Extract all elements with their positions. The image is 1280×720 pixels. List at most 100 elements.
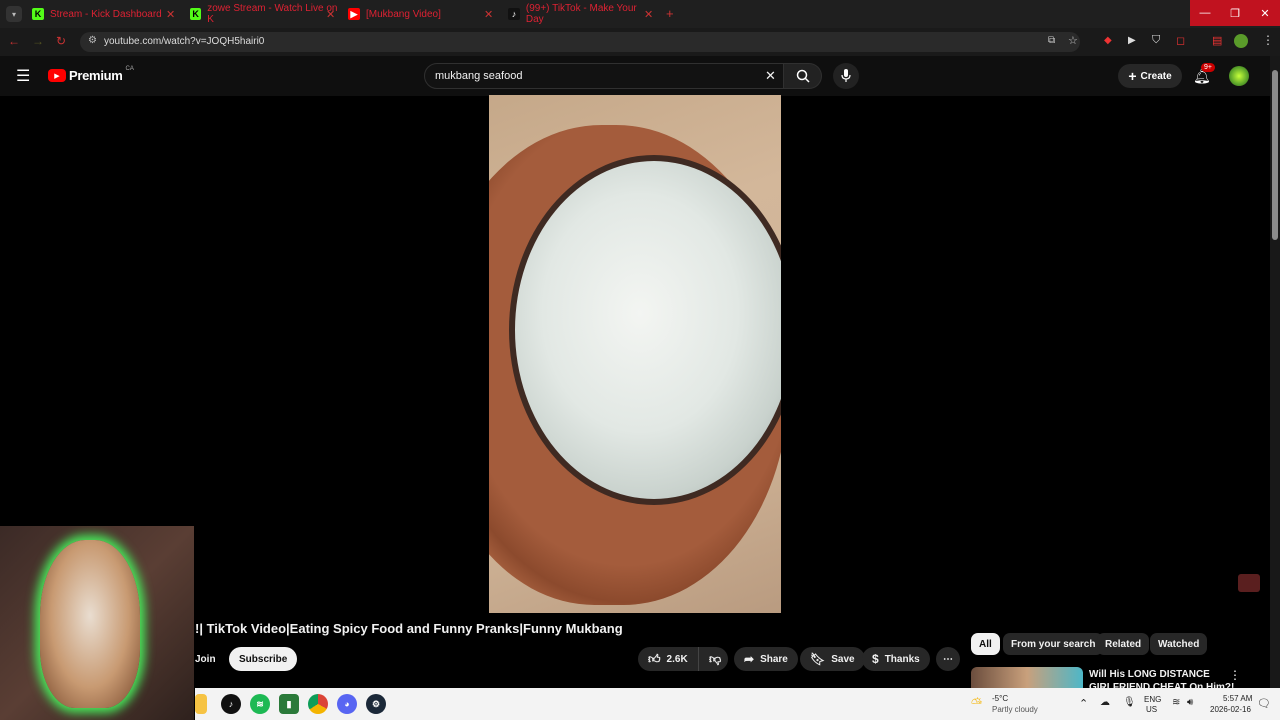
subscribe-label: Subscribe: [239, 653, 288, 665]
notification-badge: 9+: [1201, 63, 1215, 72]
spotify-icon[interactable]: ≋: [250, 694, 270, 714]
extension-icon[interactable]: ▤: [1212, 34, 1222, 47]
chip-watched[interactable]: Watched: [1150, 633, 1208, 655]
thanks-label: Thanks: [884, 653, 920, 665]
reload-icon[interactable]: ↻: [56, 34, 66, 48]
page-scrollbar[interactable]: [1270, 56, 1280, 688]
close-icon[interactable]: ✕: [326, 8, 335, 21]
cloud-icon[interactable]: ☁: [1100, 697, 1110, 708]
browser-tab-active[interactable]: ▶ [Mukbang Video] ✕: [348, 4, 496, 24]
related-title-line: Will His LONG DISTANCE: [1089, 669, 1210, 680]
tab-title: Stream - Kick Dashboard: [50, 8, 162, 20]
extension-icon[interactable]: ◻: [1176, 34, 1185, 47]
extension-icon[interactable]: ◆: [1104, 35, 1112, 46]
related-video-thumbnail[interactable]: [971, 667, 1083, 689]
region-code[interactable]: US: [1146, 705, 1157, 714]
more-actions-button[interactable]: ⋯: [936, 647, 960, 671]
chevron-up-icon[interactable]: ⌃: [1079, 697, 1088, 710]
browser-tab[interactable]: K Stream - Kick Dashboard ✕: [32, 4, 180, 24]
weather-desc: Partly cloudy: [992, 705, 1038, 714]
bookmark-star-icon[interactable]: ☆: [1068, 34, 1078, 47]
close-window-button[interactable]: ✕: [1250, 0, 1280, 26]
thanks-button[interactable]: $ Thanks: [862, 647, 930, 671]
microphone-icon[interactable]: 🎙︎: [1123, 697, 1136, 708]
hamburger-menu-icon[interactable]: ☰: [16, 66, 30, 86]
bookmark-icon: 🔖︎: [810, 652, 826, 666]
clock-time[interactable]: 5:57 AM: [1223, 694, 1252, 703]
clock-date[interactable]: 2026-02-16: [1210, 705, 1251, 714]
hamster-image: [40, 540, 140, 708]
share-button[interactable]: ➦ Share: [734, 647, 798, 671]
join-button[interactable]: Join: [195, 647, 216, 671]
close-icon[interactable]: ✕: [166, 8, 175, 21]
notification-center-icon[interactable]: 🗨︎: [1257, 697, 1271, 710]
account-avatar[interactable]: [1229, 66, 1249, 86]
discord-icon[interactable]: ◕: [337, 694, 357, 714]
share-icon: ➦: [744, 652, 755, 666]
kick-icon: K: [190, 8, 202, 20]
close-icon[interactable]: ✕: [484, 8, 493, 21]
restore-button[interactable]: ❐: [1220, 0, 1250, 26]
back-icon[interactable]: ←: [8, 34, 20, 48]
tab-search-button[interactable]: ▾: [6, 6, 22, 22]
wifi-icon[interactable]: ≋: [1172, 697, 1180, 708]
subscribe-button[interactable]: Subscribe: [229, 647, 298, 671]
related-more-icon[interactable]: ⋮: [1229, 668, 1241, 682]
search-button[interactable]: [784, 63, 822, 89]
minimize-button[interactable]: —: [1190, 0, 1220, 26]
save-button[interactable]: 🔖︎ Save: [800, 647, 865, 671]
install-app-icon[interactable]: ⧉: [1048, 35, 1055, 46]
youtube-play-icon: ▶: [48, 69, 66, 82]
tab-title: zowe Stream - Watch Live on K: [207, 3, 338, 25]
file-explorer-icon[interactable]: [195, 694, 207, 714]
voice-search-button[interactable]: [833, 63, 859, 89]
app-icon[interactable]: ▮: [279, 694, 299, 714]
profile-avatar[interactable]: [1234, 34, 1248, 48]
dislike-button[interactable]: 👎︎: [698, 647, 728, 671]
site-info-icon[interactable]: ⚙: [88, 35, 97, 46]
extension-icon[interactable]: ▶: [1128, 35, 1136, 46]
close-icon[interactable]: ✕: [644, 8, 653, 21]
chip-related[interactable]: Related: [1097, 633, 1150, 655]
kick-icon: K: [32, 8, 44, 20]
video-frame[interactable]: [489, 95, 781, 613]
url-text: youtube.com/watch?v=JOQH5hairi0: [104, 36, 265, 47]
related-video-title[interactable]: Will His LONG DISTANCE GIRLFRIEND CHEAT …: [1089, 668, 1234, 688]
new-tab-icon[interactable]: +: [666, 6, 674, 21]
create-label: Create: [1140, 70, 1172, 82]
save-label: Save: [831, 653, 855, 665]
notifications-button[interactable]: 🔔︎ 9+: [1193, 63, 1215, 86]
address-bar-row: ← → ↻ ⚙ youtube.com/watch?v=JOQH5hairi0 …: [0, 28, 1280, 56]
share-label: Share: [760, 653, 788, 665]
chip-all[interactable]: All: [971, 633, 1000, 655]
scrollbar-thumb[interactable]: [1272, 70, 1278, 240]
browser-tab[interactable]: K zowe Stream - Watch Live on K ✕: [190, 3, 338, 25]
thumbs-up-icon: 👍︎: [648, 651, 661, 666]
tiktok-icon[interactable]: ♪: [221, 694, 241, 714]
browser-tab[interactable]: ♪ (99+) TikTok - Make Your Day ✕: [508, 3, 656, 25]
search-icon: [796, 69, 810, 83]
forward-icon[interactable]: →: [32, 34, 44, 48]
language-code[interactable]: ENG: [1144, 695, 1161, 704]
chrome-icon[interactable]: [308, 694, 328, 714]
youtube-header: ☰ ▶ Premium CA mukbang seafood ✕ + Creat…: [0, 56, 1270, 96]
search-box[interactable]: mukbang seafood ✕: [424, 63, 784, 89]
steam-icon[interactable]: ⚙: [366, 694, 386, 714]
weather-icon[interactable]: ⛅︎: [971, 695, 982, 712]
youtube-logo[interactable]: ▶ Premium CA: [48, 66, 134, 83]
menu-dots-icon[interactable]: ⋮: [1262, 33, 1274, 47]
player-watermark-icon: [1238, 574, 1260, 592]
more-horiz-icon: ⋯: [943, 653, 953, 665]
like-button[interactable]: 👍︎ 2.6K: [638, 647, 698, 671]
shield-icon[interactable]: ⛉: [1152, 34, 1160, 47]
logo-text: Premium: [69, 68, 123, 83]
volume-icon[interactable]: 🔊︎: [1187, 697, 1193, 708]
weather-temp: -5°C: [992, 694, 1009, 703]
create-button[interactable]: + Create: [1118, 64, 1182, 88]
clear-search-icon[interactable]: ✕: [765, 68, 776, 84]
omnibox[interactable]: ⚙ youtube.com/watch?v=JOQH5hairi0 ⧉ ☆: [80, 32, 1080, 52]
video-title: !| TikTok Video|Eating Spicy Food and Fu…: [195, 621, 623, 636]
microphone-icon: [841, 69, 851, 82]
chip-from-your-search[interactable]: From your search: [1003, 633, 1104, 655]
search-input[interactable]: mukbang seafood: [435, 70, 522, 82]
